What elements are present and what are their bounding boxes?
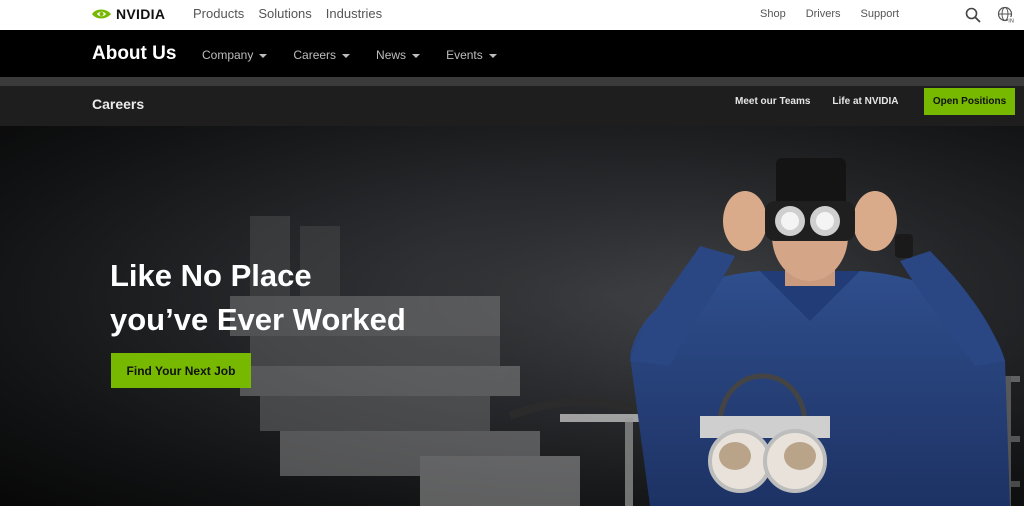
utility-links: Shop Drivers Support [760, 8, 899, 20]
search-icon[interactable] [965, 7, 981, 23]
about-nav-events[interactable]: Events [446, 48, 497, 62]
nvidia-logo[interactable]: NVIDIA [90, 6, 165, 22]
about-nav-label: Events [446, 48, 483, 62]
chevron-down-icon [342, 53, 351, 58]
about-nav-label: Company [202, 48, 254, 62]
careers-bar: Careers Meet our Teams Life at NVIDIA [0, 86, 1024, 126]
find-next-job-button[interactable]: Find Your Next Job [111, 353, 251, 388]
svg-text:IN: IN [1008, 19, 1014, 25]
brand-name: NVIDIA [116, 6, 166, 22]
open-positions-button[interactable]: Open Positions [924, 88, 1015, 115]
nav-link-shop[interactable]: Shop [760, 8, 786, 20]
hero-headline-line-1: Like No Place [110, 258, 312, 293]
top-navigation: NVIDIA Products Solutions Industries Sho… [0, 0, 1024, 30]
chevron-down-icon [488, 53, 497, 58]
about-nav-label: News [376, 48, 407, 62]
nav-link-products[interactable]: Products [193, 6, 244, 21]
chevron-down-icon [412, 53, 421, 58]
hero-banner: Like No Place you’ve Ever Worked Find Yo… [0, 126, 1024, 506]
chevron-down-icon [259, 53, 268, 58]
nav-link-industries[interactable]: Industries [326, 6, 382, 21]
about-nav-company[interactable]: Company [202, 48, 268, 62]
nav-link-drivers[interactable]: Drivers [806, 8, 841, 20]
primary-links: Products Solutions Industries [193, 6, 382, 21]
page-bottom-strip [0, 506, 1024, 512]
nav-link-solutions[interactable]: Solutions [258, 6, 311, 21]
life-at-nvidia-link[interactable]: Life at NVIDIA [832, 96, 898, 107]
hero-headline-line-2: you’ve Ever Worked [110, 302, 406, 337]
careers-title[interactable]: Careers [92, 96, 144, 112]
about-us-title[interactable]: About Us [92, 43, 176, 65]
about-us-nav: Company Careers News Events [202, 48, 497, 62]
about-nav-news[interactable]: News [376, 48, 421, 62]
meet-our-teams-link[interactable]: Meet our Teams [735, 96, 810, 107]
section-divider [0, 77, 1024, 86]
hero-headline: Like No Place you’ve Ever Worked [110, 254, 470, 342]
globe-icon[interactable]: IN [997, 6, 1015, 24]
about-nav-label: Careers [293, 48, 337, 62]
nvidia-eye-icon [92, 9, 111, 19]
about-nav-careers[interactable]: Careers [293, 48, 351, 62]
nav-link-support[interactable]: Support [861, 8, 900, 20]
careers-links: Meet our Teams Life at NVIDIA [735, 96, 899, 107]
about-us-bar: About Us Company Careers News Events [0, 30, 1024, 77]
